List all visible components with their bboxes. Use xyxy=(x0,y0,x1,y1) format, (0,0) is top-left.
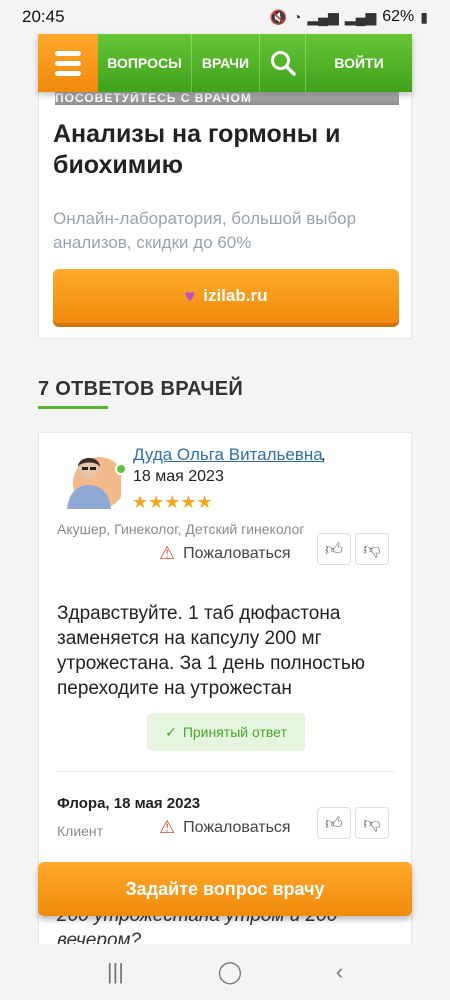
accepted-label: Принятый ответ xyxy=(182,724,287,740)
complain-link[interactable]: ⚠ Пожаловаться xyxy=(159,543,291,564)
ad-banner-strip: ПОСОВЕТУЙТЕСЬ С ВРАЧОМ xyxy=(55,91,399,105)
warning-icon: ⚠ xyxy=(159,817,176,837)
signal-icon: ▂▄▆ xyxy=(307,8,339,25)
wifi-icon: ◔ xyxy=(292,9,302,25)
recents-button[interactable]: ||| xyxy=(107,959,124,985)
heart-icon: ♥ xyxy=(184,285,196,306)
thumbs-up-icon: 👍︎ xyxy=(325,813,343,833)
client-like-button[interactable]: 👍︎ xyxy=(317,807,351,839)
nav-login-link[interactable]: ВОЙТИ xyxy=(306,34,412,92)
ask-doctor-button[interactable]: Задайте вопрос врачу xyxy=(38,862,412,916)
search-button[interactable] xyxy=(260,34,306,92)
page-content: ПОСОВЕТУЙТЕСЬ С ВРАЧОМ Анализы на гормон… xyxy=(38,34,412,944)
accepted-answer-badge: ✓ Принятый ответ xyxy=(147,713,305,751)
thumbs-down-icon: 👎︎ xyxy=(363,539,381,559)
answer-text: Здравствуйте. 1 таб дюфастона заменяется… xyxy=(57,603,365,699)
answer-date: 18 мая 2023 xyxy=(133,468,224,485)
heading-underline xyxy=(38,406,108,409)
battery-icon: ▮ xyxy=(420,8,428,25)
thumbs-up-icon: 👍︎ xyxy=(325,539,343,559)
online-status-indicator xyxy=(115,463,127,475)
status-icons: 🔇 ◔ ▂▄▆ ▂▄▆ 62% ▮ xyxy=(269,8,428,26)
dislike-button[interactable]: 👎︎ xyxy=(355,533,389,565)
client-role: Клиент xyxy=(57,823,104,839)
back-button[interactable]: ‹ xyxy=(336,959,343,985)
search-icon xyxy=(270,51,296,76)
nav-links: ВОПРОСЫ ВРАЧИ ВОЙТИ xyxy=(98,34,412,92)
avatar[interactable] xyxy=(57,445,121,509)
thumbs-down-icon: 👎︎ xyxy=(363,813,381,833)
client-complain-link[interactable]: ⚠ Пожаловаться xyxy=(159,817,291,838)
signal-icon: ▂▄▆ xyxy=(344,8,377,25)
system-navigation-bar: ||| ◯ ‹ xyxy=(0,944,450,1000)
mute-icon: 🔇 xyxy=(269,8,287,25)
ad-link-button[interactable]: ♥ izilab.ru xyxy=(53,269,399,323)
complain-label: Пожаловаться xyxy=(183,818,291,836)
answers-heading: 7 ОТВЕТОВ ВРАЧЕЙ xyxy=(38,378,244,400)
doctor-name-link[interactable]: Дуда Ольга Витальевна xyxy=(133,445,323,465)
ad-button-label: izilab.ru xyxy=(203,286,268,305)
status-bar: 20:45 🔇 ◔ ▂▄▆ ▂▄▆ 62% ▮ xyxy=(0,0,450,34)
complain-label: Пожаловаться xyxy=(183,544,291,562)
client-dislike-button[interactable]: 👎︎ xyxy=(355,807,389,839)
status-time: 20:45 xyxy=(22,7,65,26)
doctor-name-comma: , xyxy=(321,445,326,464)
home-button[interactable]: ◯ xyxy=(218,959,243,985)
rating-stars: ★★★★★ xyxy=(132,492,213,512)
divider xyxy=(57,771,395,772)
battery-level: 62% xyxy=(382,8,415,25)
ad-title: Анализы на гормоны и биохимию xyxy=(53,120,341,179)
warning-icon: ⚠ xyxy=(159,543,176,563)
hamburger-icon[interactable] xyxy=(38,34,98,92)
like-button[interactable]: 👍︎ xyxy=(317,533,351,565)
check-circle-icon: ✓ xyxy=(165,723,177,740)
ad-description: Онлайн-лаборатория, большой выбор анализ… xyxy=(53,209,357,252)
nav-doctors-link[interactable]: ВРАЧИ xyxy=(192,34,260,92)
client-name-date: Флора, 18 мая 2023 xyxy=(57,795,201,812)
doctor-specialization: Акушер, Гинеколог, Детский гинеколог xyxy=(57,521,305,537)
top-navigation: ВОПРОСЫ ВРАЧИ ВОЙТИ xyxy=(38,34,412,92)
nav-questions-link[interactable]: ВОПРОСЫ xyxy=(98,34,192,92)
